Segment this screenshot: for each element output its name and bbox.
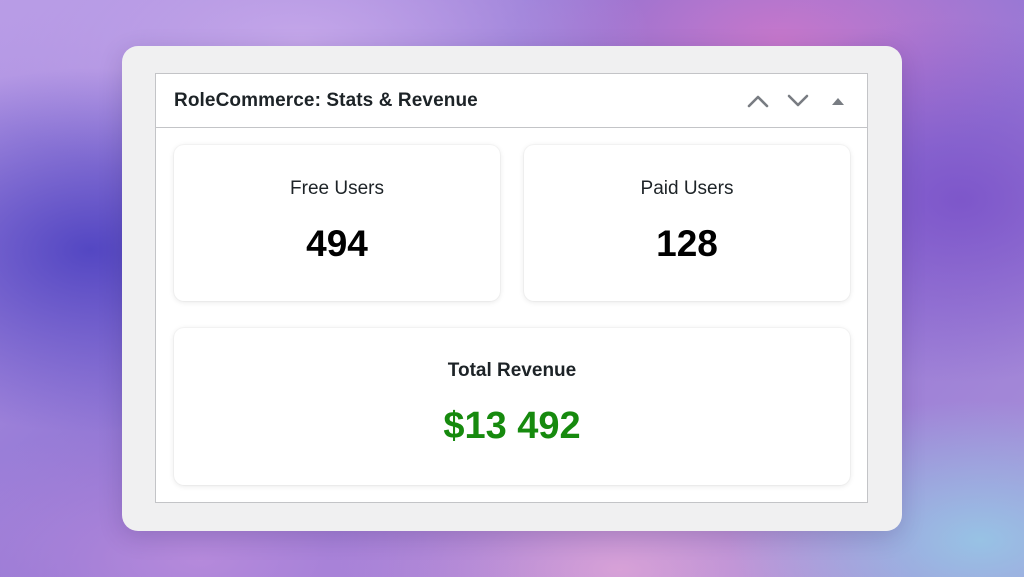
total-revenue-card: Total Revenue $13 492 [174, 328, 850, 485]
free-users-card: Free Users 494 [174, 145, 500, 301]
free-users-label: Free Users [290, 178, 384, 199]
total-revenue-value: $13 492 [443, 405, 581, 447]
chevron-up-icon [747, 95, 769, 107]
widget-header: RoleCommerce: Stats & Revenue [156, 74, 867, 128]
paid-users-value: 128 [656, 223, 718, 264]
total-revenue-label: Total Revenue [447, 360, 577, 381]
triangle-up-icon [832, 97, 844, 105]
move-up-button[interactable] [739, 83, 777, 119]
widget-title: RoleCommerce: Stats & Revenue [174, 89, 478, 111]
toggle-panel-button[interactable] [819, 83, 857, 119]
stats-widget: RoleCommerce: Stats & Revenue Free Users… [155, 73, 868, 503]
paid-users-card: Paid Users 128 [524, 145, 850, 301]
free-users-value: 494 [306, 223, 368, 264]
paid-users-label: Paid Users [640, 178, 734, 199]
move-down-button[interactable] [779, 83, 817, 119]
dashboard-container: RoleCommerce: Stats & Revenue Free Users… [122, 46, 902, 531]
widget-handle-actions [739, 83, 857, 119]
chevron-down-icon [787, 94, 809, 106]
